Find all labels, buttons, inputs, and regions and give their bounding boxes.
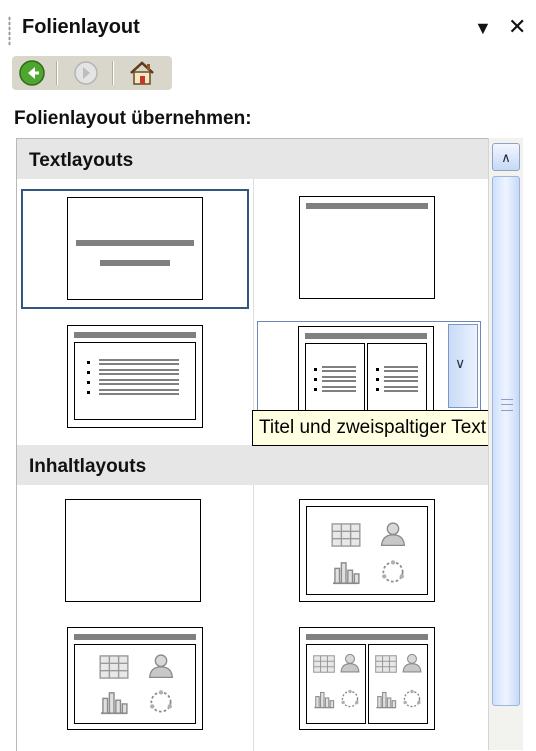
- scrollbar-thumb[interactable]: [492, 176, 520, 706]
- diagram-icon: [147, 689, 175, 715]
- bullet-list-icon: [314, 366, 356, 392]
- layout-options-dropdown[interactable]: ∨: [448, 324, 478, 408]
- layout-thumbnail: [67, 325, 203, 428]
- title-placeholder: [76, 240, 194, 246]
- chevron-down-icon: ∨: [455, 355, 466, 371]
- toolbar-separator: [56, 61, 58, 85]
- chart-icon: [375, 691, 397, 709]
- nav-toolbar: [12, 56, 172, 90]
- scroll-grip-icon: [501, 399, 513, 411]
- column-divider: [253, 179, 254, 441]
- table-icon: [331, 523, 361, 547]
- title-placeholder: [306, 634, 428, 640]
- pane-title: Folienlayout: [22, 16, 140, 38]
- text-placeholder: [74, 342, 196, 420]
- diagram-icon: [379, 559, 407, 585]
- back-arrow-icon: [19, 60, 45, 86]
- forward-button[interactable]: [72, 59, 100, 87]
- drag-grip-handle[interactable]: [8, 16, 11, 46]
- dropdown-triangle-icon[interactable]: ▼: [474, 18, 492, 38]
- layout-thumbnail: [299, 499, 435, 602]
- home-icon: [130, 61, 154, 85]
- subtitle-placeholder: [100, 260, 170, 266]
- content-placeholder: [306, 506, 428, 595]
- diagram-icon: [339, 689, 361, 709]
- layout-title-and-two-content[interactable]: [257, 619, 485, 751]
- chart-icon: [313, 691, 335, 709]
- chevron-up-icon: ∧: [501, 150, 511, 165]
- layout-title-and-text[interactable]: [21, 317, 249, 437]
- layout-title-and-content[interactable]: [21, 619, 249, 751]
- column-divider: [253, 485, 254, 751]
- layout-title-only[interactable]: [257, 189, 485, 309]
- right-content-placeholder: [368, 644, 428, 724]
- apply-layout-label: Folienlayout übernehmen:: [14, 108, 252, 129]
- section-title: Inhaltlayouts: [29, 456, 147, 477]
- home-button[interactable]: [128, 59, 156, 87]
- section-title: Textlayouts: [29, 150, 134, 171]
- layout-thumbnail: [65, 499, 201, 602]
- left-content-placeholder: [306, 644, 366, 724]
- layout-thumbnail: [299, 627, 435, 730]
- section-header-text-layouts: Textlayouts: [17, 139, 489, 179]
- person-icon: [147, 653, 175, 679]
- chart-icon: [99, 691, 129, 715]
- table-icon: [99, 655, 129, 679]
- title-placeholder: [74, 634, 196, 640]
- layout-tooltip: Titel und zweispaltiger Text: [252, 410, 494, 446]
- person-icon: [339, 653, 361, 673]
- table-icon: [375, 655, 397, 673]
- content-placeholder: [74, 644, 196, 724]
- section-header-content-layouts: Inhaltlayouts: [17, 445, 489, 485]
- layout-thumbnail: [67, 627, 203, 730]
- toolbar-separator: [112, 61, 114, 85]
- layout-thumbnail: [299, 196, 435, 299]
- person-icon: [401, 653, 423, 673]
- table-icon: [313, 655, 335, 673]
- title-placeholder: [74, 332, 196, 338]
- layout-content[interactable]: [257, 489, 485, 609]
- forward-arrow-icon: [74, 61, 98, 85]
- chart-icon: [331, 561, 361, 585]
- bullet-list-icon: [376, 366, 418, 392]
- title-placeholder: [306, 203, 428, 209]
- diagram-icon: [401, 689, 423, 709]
- vertical-scrollbar[interactable]: ∧: [488, 138, 523, 750]
- person-icon: [379, 521, 407, 547]
- layout-title-slide[interactable]: [21, 189, 249, 309]
- back-button[interactable]: [18, 59, 46, 87]
- title-placeholder: [305, 333, 427, 339]
- bullet-list-icon: [87, 359, 179, 395]
- layout-thumbnail: [67, 197, 203, 300]
- layout-blank[interactable]: [21, 489, 249, 609]
- close-icon[interactable]: ✕: [508, 16, 526, 38]
- task-pane-header: Folienlayout ▼ ✕: [0, 0, 536, 56]
- scroll-up-button[interactable]: ∧: [492, 143, 520, 171]
